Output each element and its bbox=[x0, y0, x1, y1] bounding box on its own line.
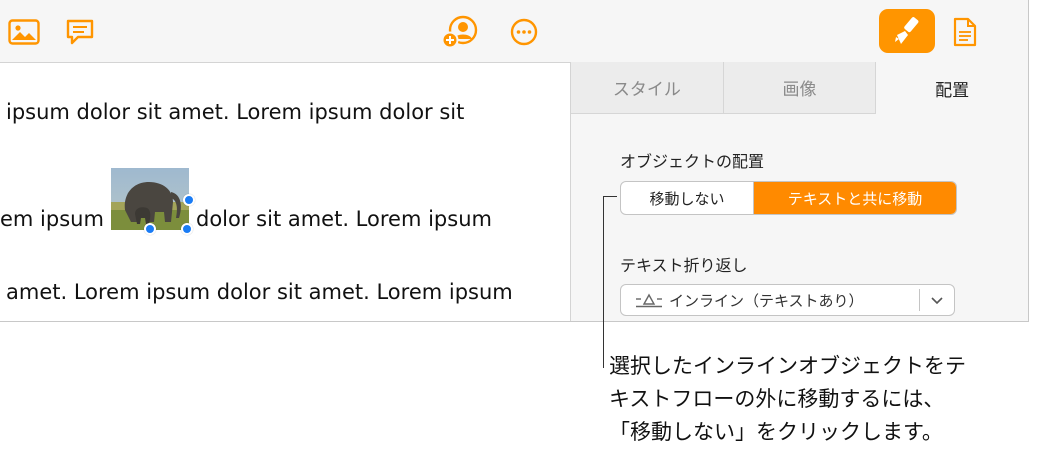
toolbar bbox=[0, 0, 1028, 63]
callout-line: 選択したインラインオブジェクトをテ bbox=[609, 354, 966, 378]
callout-leader-line bbox=[603, 196, 604, 368]
callout-leader-tick bbox=[603, 196, 617, 197]
body-text-line: dolor sit amet. Lorem ipsum bbox=[196, 207, 492, 231]
comment-icon[interactable] bbox=[63, 16, 97, 48]
app-window: ipsum dolor sit amet. Lorem ipsum dolor … bbox=[0, 0, 1029, 322]
format-brush-button[interactable] bbox=[879, 9, 935, 53]
inspector-tabs: スタイル 画像 配置 bbox=[571, 62, 1028, 114]
photo-icon[interactable] bbox=[6, 17, 42, 47]
body-text-line: amet. Lorem ipsum dolor sit amet. Lorem … bbox=[6, 280, 513, 304]
text-wrap-dropdown[interactable]: インライン（テキストあり） bbox=[620, 284, 955, 316]
callout-line: キストフローの外に移動するには、 bbox=[609, 387, 945, 411]
format-brush-icon bbox=[895, 17, 919, 44]
collaborate-icon[interactable] bbox=[440, 14, 480, 50]
selection-handle-bottom-middle[interactable] bbox=[144, 223, 156, 235]
text-wrap-value: インライン（テキストあり） bbox=[669, 291, 864, 310]
callout-text: 選択したインラインオブジェクトをテ キストフローの外に移動するには、 「移動しな… bbox=[609, 350, 1039, 449]
document-canvas[interactable]: ipsum dolor sit amet. Lorem ipsum dolor … bbox=[0, 62, 570, 321]
object-placement-label: オブジェクトの配置 bbox=[620, 152, 765, 171]
object-placement-segmented-control: 移動しない テキストと共に移動 bbox=[620, 181, 957, 215]
format-inspector: スタイル 画像 配置 オブジェクトの配置 移動しない テキストと共に移動 テキス… bbox=[570, 62, 1028, 321]
tab-arrange[interactable]: 配置 bbox=[876, 62, 1028, 114]
selection-handle-top-right[interactable] bbox=[183, 194, 195, 206]
document-icon[interactable] bbox=[950, 16, 980, 48]
move-with-text-button[interactable]: テキストと共に移動 bbox=[754, 182, 956, 214]
more-icon[interactable] bbox=[508, 17, 540, 47]
body-text-line: ipsum dolor sit amet. Lorem ipsum dolor … bbox=[6, 100, 465, 124]
chevron-down-icon[interactable] bbox=[920, 296, 954, 305]
stay-on-page-button[interactable]: 移動しない bbox=[621, 182, 754, 214]
selection-handle-bottom-right[interactable] bbox=[181, 223, 193, 235]
tab-image[interactable]: 画像 bbox=[723, 62, 877, 114]
tab-style[interactable]: スタイル bbox=[571, 62, 724, 114]
callout-line: 「移動しない」をクリックします。 bbox=[609, 420, 943, 444]
text-wrap-inline-icon bbox=[629, 291, 669, 309]
text-wrap-label: テキスト折り返し bbox=[620, 256, 748, 275]
inline-image-elephant[interactable] bbox=[111, 168, 189, 230]
body-text-line: em ipsum bbox=[0, 207, 104, 231]
